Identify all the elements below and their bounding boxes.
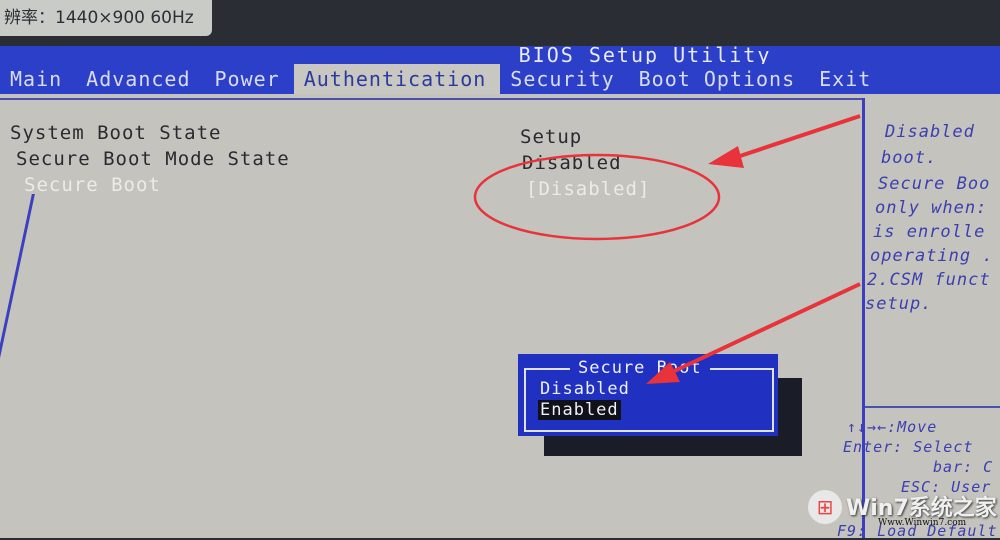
secure-boot-popup: Secure Boot Disabled Enabled xyxy=(518,354,778,436)
watermark-url: Www.Winwin7.com xyxy=(878,518,967,528)
help-line: Disabled xyxy=(885,122,975,142)
tab-boot-options[interactable]: Boot Options xyxy=(629,64,810,94)
help-line: 2.CSM funct xyxy=(867,270,991,290)
popup-option-enabled[interactable]: Enabled xyxy=(538,400,621,420)
popup-title: Secure Boot xyxy=(570,358,710,378)
tab-exit[interactable]: Exit xyxy=(809,64,885,94)
help-line: boot. xyxy=(881,148,938,168)
windows-logo-icon: ⊞ xyxy=(808,490,842,524)
key-hint-select: Enter: Select xyxy=(843,438,974,456)
tab-security[interactable]: Security xyxy=(500,64,628,94)
secure-boot-label[interactable]: Secure Boot xyxy=(24,174,161,196)
tab-authentication[interactable]: Authentication xyxy=(293,64,501,94)
help-line: operating . xyxy=(870,246,994,266)
help-line: Secure Boo xyxy=(878,174,991,194)
resolution-osd: 辨率：1440×900 60Hz xyxy=(0,0,212,36)
tab-power[interactable]: Power xyxy=(205,64,294,94)
help-line: is enrolle xyxy=(873,222,986,242)
secure-boot-mode-state-label: Secure Boot Mode State xyxy=(16,148,290,170)
key-hint-move: ↑↓→←:Move xyxy=(847,418,938,436)
help-panel: Disabled boot. Secure Boo only when: is … xyxy=(837,98,1000,540)
secure-boot-value[interactable]: [Disabled] xyxy=(526,178,650,200)
watermark: ⊞ Win7系统之家 Www.Winwin7.com xyxy=(808,488,1000,538)
help-divider xyxy=(865,406,1000,408)
bios-screen: BIOS Setup Utility Main Advanced Power A… xyxy=(0,45,1000,540)
tab-advanced[interactable]: Advanced xyxy=(76,64,204,94)
popup-option-disabled[interactable]: Disabled xyxy=(540,379,630,399)
tab-main[interactable]: Main xyxy=(0,64,76,94)
system-boot-state-label: System Boot State xyxy=(10,122,222,144)
key-hint-bar: bar: C xyxy=(933,458,994,476)
menu-bar: Main Advanced Power Authentication Secur… xyxy=(0,64,1000,94)
help-line: setup. xyxy=(865,294,933,314)
help-line: only when: xyxy=(875,198,988,218)
secure-boot-mode-state-value: Disabled xyxy=(522,152,622,174)
bios-title: BIOS Setup Utility xyxy=(0,45,1000,66)
system-boot-state-value: Setup xyxy=(520,126,583,148)
settings-panel: System Boot State Setup Secure Boot Mode… xyxy=(0,98,862,540)
